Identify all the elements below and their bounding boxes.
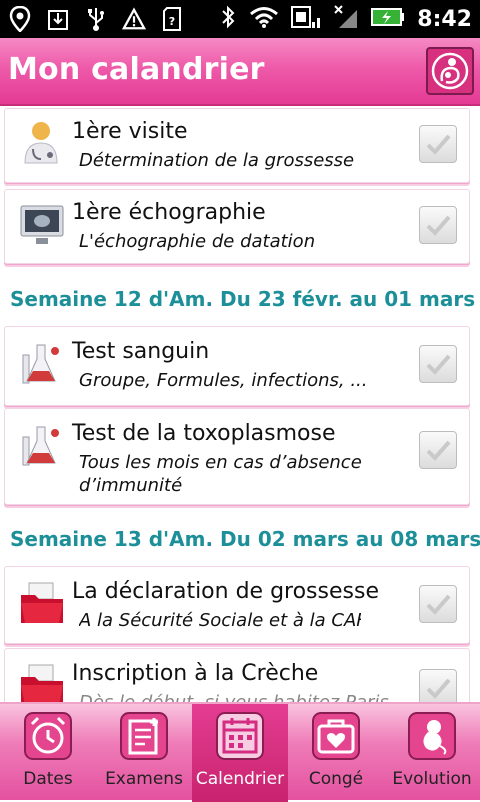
tab-examens[interactable]: Examens [96,704,192,802]
week-section-header: Semaine 13 d'Am. Du 02 mars au 08 mars [10,527,480,551]
heart-bag-icon [312,712,360,760]
location-pin-icon [8,6,32,32]
item-description: Tous les mois en cas d’absence [79,452,362,473]
checkmark-icon [426,354,451,375]
item-description: Dès le début, si vous habitez Paris [79,691,389,702]
status-clock: 8:42 [417,6,472,32]
fetus-icon [408,712,456,760]
status-bar: ? 8:42 [0,0,480,38]
tab-label: Calendrier [195,769,285,789]
battery-icon [371,7,405,31]
red-folder-icon [21,582,63,623]
sd-card-icon: ? [160,6,184,32]
lab-flask-icon [22,344,59,384]
doctor-icon [24,122,58,164]
week-section-header: Semaine 12 d'Am. Du 23 févr. au 01 mars [10,287,476,311]
done-checkbox[interactable] [419,345,457,383]
item-title: La déclaration de grossesse [72,579,379,604]
tab-dates[interactable]: Dates [0,704,96,802]
list-item[interactable]: Test de la toxoplasmose Tous les mois en… [4,408,470,505]
checkmark-icon [426,440,451,461]
done-checkbox[interactable] [419,431,457,469]
red-folder-icon [21,664,63,702]
lab-flask-icon [22,426,59,466]
tab-calendrier[interactable]: Calendrier [192,704,288,802]
checkmark-icon [426,215,451,236]
tab-label: Congé [308,769,364,789]
done-checkbox[interactable] [419,206,457,244]
system-icons: 8:42 [219,4,472,34]
calendar-list[interactable]: 1ère visite Détermination de la grossess… [0,108,480,702]
warning-icon [122,6,146,32]
svg-text:?: ? [169,15,175,28]
tab-label: Dates [23,769,73,789]
item-title: 1ère visite [72,119,188,144]
item-description: A la Sécurité Sociale et à la CAF [79,610,361,631]
item-description-line2: d’immunité [79,475,183,496]
item-title: Test sanguin [72,339,210,364]
list-item[interactable]: La déclaration de grossesse A la Sécurit… [4,566,470,644]
bluetooth-icon [219,4,237,34]
page-title: Mon calandrier [8,52,265,87]
alarm-clock-icon [24,712,72,760]
usb-icon [84,6,108,32]
download-icon [46,6,70,32]
no-signal-icon [333,4,359,34]
ultrasound-icon [20,205,64,244]
done-checkbox[interactable] [419,585,457,623]
signal-icon [291,4,321,34]
app-logo[interactable] [426,47,474,95]
list-item[interactable]: 1ère visite Détermination de la grossess… [4,108,470,183]
item-title: Inscription à la Crèche [72,661,319,686]
item-description: Groupe, Formules, infections, ... [79,370,368,391]
tab-conge[interactable]: Congé [288,704,384,802]
item-description: Détermination de la grossesse [79,150,355,171]
checkmark-icon [426,594,451,615]
item-title: 1ère échographie [72,200,266,225]
item-title: Test de la toxoplasmose [72,421,336,446]
calendar-icon [216,712,264,760]
notepad-icon [120,712,168,760]
wifi-icon [249,5,279,33]
list-item[interactable]: Inscription à la Crèche Dès le début, si… [4,648,470,702]
checkmark-icon [426,678,451,699]
item-description: L'échographie de datation [79,231,316,252]
done-checkbox[interactable] [419,669,457,702]
app-header: Mon calandrier [0,38,480,106]
bottom-tab-bar: Dates Examens Calendrier Congé Evolution [0,702,480,802]
done-checkbox[interactable] [419,125,457,163]
tab-label: Evolution [392,769,472,789]
list-item[interactable]: 1ère échographie L'échographie de datati… [4,189,470,264]
notification-icons: ? [8,4,184,34]
checkmark-icon [426,134,451,155]
tab-label: Examens [105,769,183,789]
tab-evolution[interactable]: Evolution [384,704,480,802]
list-item[interactable]: Test sanguin Groupe, Formules, infection… [4,326,470,406]
mother-baby-icon [431,52,469,90]
